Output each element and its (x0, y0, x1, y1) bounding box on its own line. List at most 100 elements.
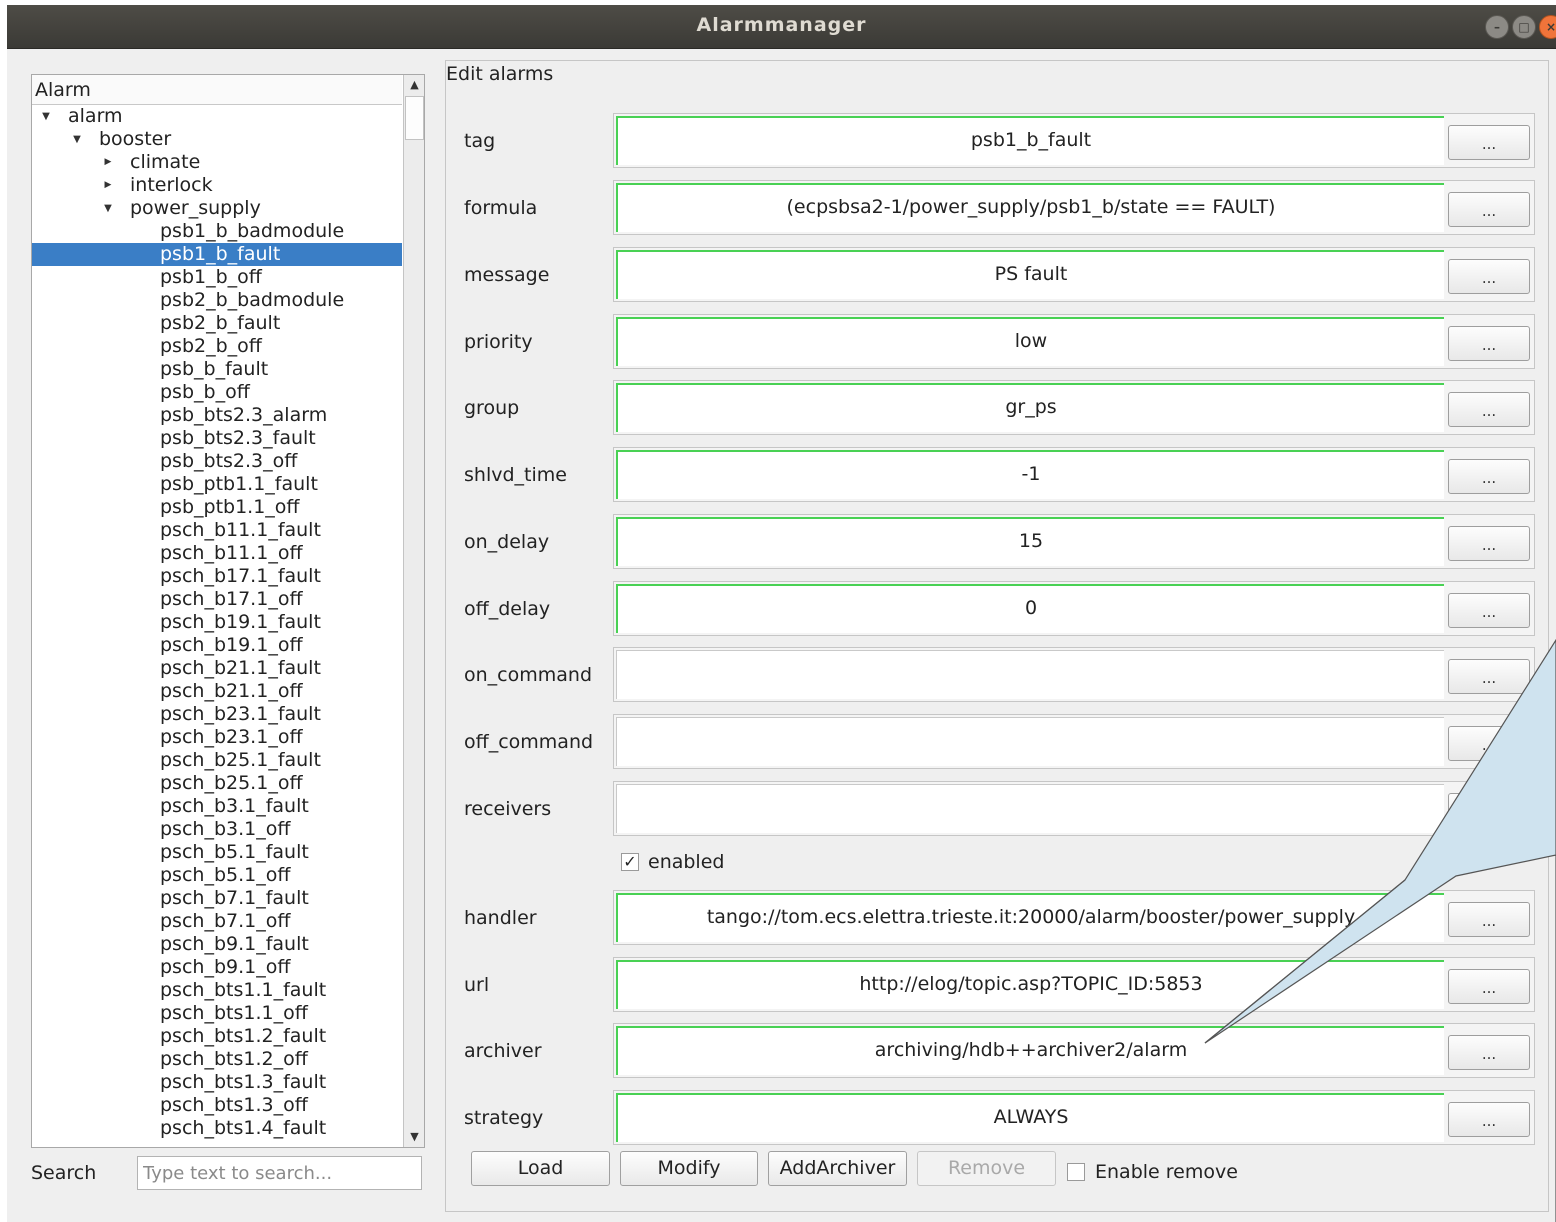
tree-item[interactable]: psch_b25.1_fault (32, 749, 402, 772)
field-edit-button-strategy[interactable]: ... (1448, 1102, 1530, 1137)
minimize-button[interactable]: – (1485, 15, 1509, 39)
field-label-priority: priority (464, 331, 533, 353)
enable-remove-checkbox[interactable] (1067, 1163, 1085, 1181)
tree-item[interactable]: psch_b5.1_off (32, 864, 402, 887)
field-input-formula[interactable]: (ecpsbsa2-1/power_supply/psb1_b/state ==… (616, 183, 1444, 232)
tree-item[interactable]: psch_b23.1_fault (32, 703, 402, 726)
field-input-priority[interactable]: low (616, 317, 1444, 366)
expanded-arrow-icon[interactable]: ▼ (39, 105, 53, 128)
tree-item[interactable]: ▼ booster (32, 128, 402, 151)
scrollbar-thumb[interactable] (405, 96, 424, 140)
field-input-off-command[interactable] (616, 717, 1444, 766)
tree-item[interactable]: psch_bts1.1_fault (32, 979, 402, 1002)
tree-item[interactable]: psch_bts1.4_fault (32, 1117, 402, 1140)
collapsed-arrow-icon[interactable]: ▶ (101, 174, 115, 197)
field-input-url[interactable]: http://elog/topic.asp?TOPIC_ID:5853 (616, 960, 1444, 1009)
field-edit-button-receivers[interactable]: ... (1448, 793, 1530, 828)
modify-button[interactable]: Modify (620, 1151, 758, 1186)
tree-item[interactable]: psb1_b_off (32, 266, 402, 289)
field-edit-button-archiver[interactable]: ... (1448, 1035, 1530, 1070)
scroll-up-icon[interactable]: ▲ (404, 75, 424, 95)
field-input-receivers[interactable] (616, 784, 1444, 833)
tree-item[interactable]: psb1_b_fault (32, 243, 402, 266)
field-edit-button-handler[interactable]: ... (1448, 902, 1530, 937)
field-edit-button-off-command[interactable]: ... (1448, 726, 1530, 761)
tree-item[interactable]: psch_bts1.3_fault (32, 1071, 402, 1094)
tree-item[interactable]: psch_b7.1_fault (32, 887, 402, 910)
tree-item[interactable]: psch_bts1.2_fault (32, 1025, 402, 1048)
tree-item[interactable]: ▶ interlock (32, 174, 402, 197)
tree-item[interactable]: psch_bts1.3_off (32, 1094, 402, 1117)
tree-header[interactable]: Alarm (32, 75, 402, 105)
field-input-message[interactable]: PS fault (616, 250, 1444, 299)
field-input-handler[interactable]: tango://tom.ecs.elettra.trieste.it:20000… (616, 893, 1444, 942)
field-edit-button-off-delay[interactable]: ... (1448, 593, 1530, 628)
tree-item[interactable]: psch_bts1.2_off (32, 1048, 402, 1071)
tree-item[interactable]: psch_b3.1_fault (32, 795, 402, 818)
tree-scrollbar[interactable]: ▲ ▼ (403, 75, 424, 1147)
field-edit-button-message[interactable]: ... (1448, 259, 1530, 294)
tree-item[interactable]: psch_b21.1_fault (32, 657, 402, 680)
tree-item[interactable]: psb_bts2.3_off (32, 450, 402, 473)
remove-button[interactable]: Remove (917, 1151, 1056, 1186)
expanded-arrow-icon[interactable]: ▼ (101, 197, 115, 220)
field-edit-button-priority[interactable]: ... (1448, 326, 1530, 361)
tree-item[interactable]: psch_bts1.1_off (32, 1002, 402, 1025)
tree-item[interactable]: psch_b3.1_off (32, 818, 402, 841)
tree-item[interactable]: psch_b11.1_fault (32, 519, 402, 542)
alarm-tree[interactable]: Alarm ▼ alarm ▼ booster ▶ climate ▶ interlock ▼ p… (31, 74, 425, 1148)
close-button[interactable]: × (1539, 15, 1556, 39)
tree-item[interactable]: psb2_b_off (32, 335, 402, 358)
field-edit-button-tag[interactable]: ... (1448, 125, 1530, 160)
expanded-arrow-icon[interactable]: ▼ (70, 128, 84, 151)
tree-item[interactable]: psb2_b_fault (32, 312, 402, 335)
tree-item[interactable]: psch_b17.1_off (32, 588, 402, 611)
tree-item-label: psch_bts1.3_off (160, 1094, 308, 1116)
tree-item[interactable]: psb_ptb1.1_fault (32, 473, 402, 496)
field-edit-button-on-command[interactable]: ... (1448, 659, 1530, 694)
collapsed-arrow-icon[interactable]: ▶ (101, 151, 115, 174)
tree-item[interactable]: ▼ alarm (32, 105, 402, 128)
tree-item[interactable]: psb_bts2.3_fault (32, 427, 402, 450)
tree-item[interactable]: psch_b7.1_off (32, 910, 402, 933)
field-edit-button-on-delay[interactable]: ... (1448, 526, 1530, 561)
tree-item-label: psch_b3.1_fault (160, 795, 309, 817)
tree-item[interactable]: psch_b21.1_off (32, 680, 402, 703)
tree-item[interactable]: psch_b9.1_fault (32, 933, 402, 956)
tree-item[interactable]: psch_b19.1_off (32, 634, 402, 657)
search-input[interactable] (137, 1156, 422, 1190)
field-edit-button-url[interactable]: ... (1448, 969, 1530, 1004)
tree-item[interactable]: psch_b9.1_off (32, 956, 402, 979)
tree-item[interactable]: psb_b_fault (32, 358, 402, 381)
tree-item[interactable]: ▶ climate (32, 151, 402, 174)
field-input-tag[interactable]: psb1_b_fault (616, 116, 1444, 165)
tree-item[interactable]: psch_b19.1_fault (32, 611, 402, 634)
maximize-button[interactable]: □ (1512, 15, 1536, 39)
tree-item[interactable]: psb2_b_badmodule (32, 289, 402, 312)
tree-item[interactable]: ▼ power_supply (32, 197, 402, 220)
tree-item[interactable]: psb_ptb1.1_off (32, 496, 402, 519)
tree-item[interactable]: psb1_b_badmodule (32, 220, 402, 243)
field-input-strategy[interactable]: ALWAYS (616, 1093, 1444, 1142)
field-input-shlvd-time[interactable]: -1 (616, 450, 1444, 499)
field-edit-button-group[interactable]: ... (1448, 392, 1530, 427)
tree-item[interactable]: psch_b25.1_off (32, 772, 402, 795)
field-input-off-delay[interactable]: 0 (616, 584, 1444, 633)
tree-item[interactable]: psch_b11.1_off (32, 542, 402, 565)
enabled-checkbox[interactable]: ✓ (621, 853, 639, 871)
add-archiver-button[interactable]: AddArchiver (768, 1151, 907, 1186)
tree-item[interactable]: psch_b5.1_fault (32, 841, 402, 864)
field-input-on-delay[interactable]: 15 (616, 517, 1444, 566)
field-edit-button-shlvd-time[interactable]: ... (1448, 459, 1530, 494)
tree-item[interactable]: psch_b23.1_off (32, 726, 402, 749)
tree-item[interactable]: psb_bts2.3_alarm (32, 404, 402, 427)
field-edit-button-formula[interactable]: ... (1448, 192, 1530, 227)
scroll-down-icon[interactable]: ▼ (404, 1127, 424, 1147)
tree-item[interactable]: psch_b17.1_fault (32, 565, 402, 588)
load-button[interactable]: Load (471, 1151, 610, 1186)
field-input-group[interactable]: gr_ps (616, 383, 1444, 432)
field-input-on-command[interactable] (616, 650, 1444, 699)
field-input-archiver[interactable]: archiving/hdb++archiver2/alarm (616, 1026, 1444, 1075)
field-label-tag: tag (464, 130, 496, 152)
tree-item[interactable]: psb_b_off (32, 381, 402, 404)
